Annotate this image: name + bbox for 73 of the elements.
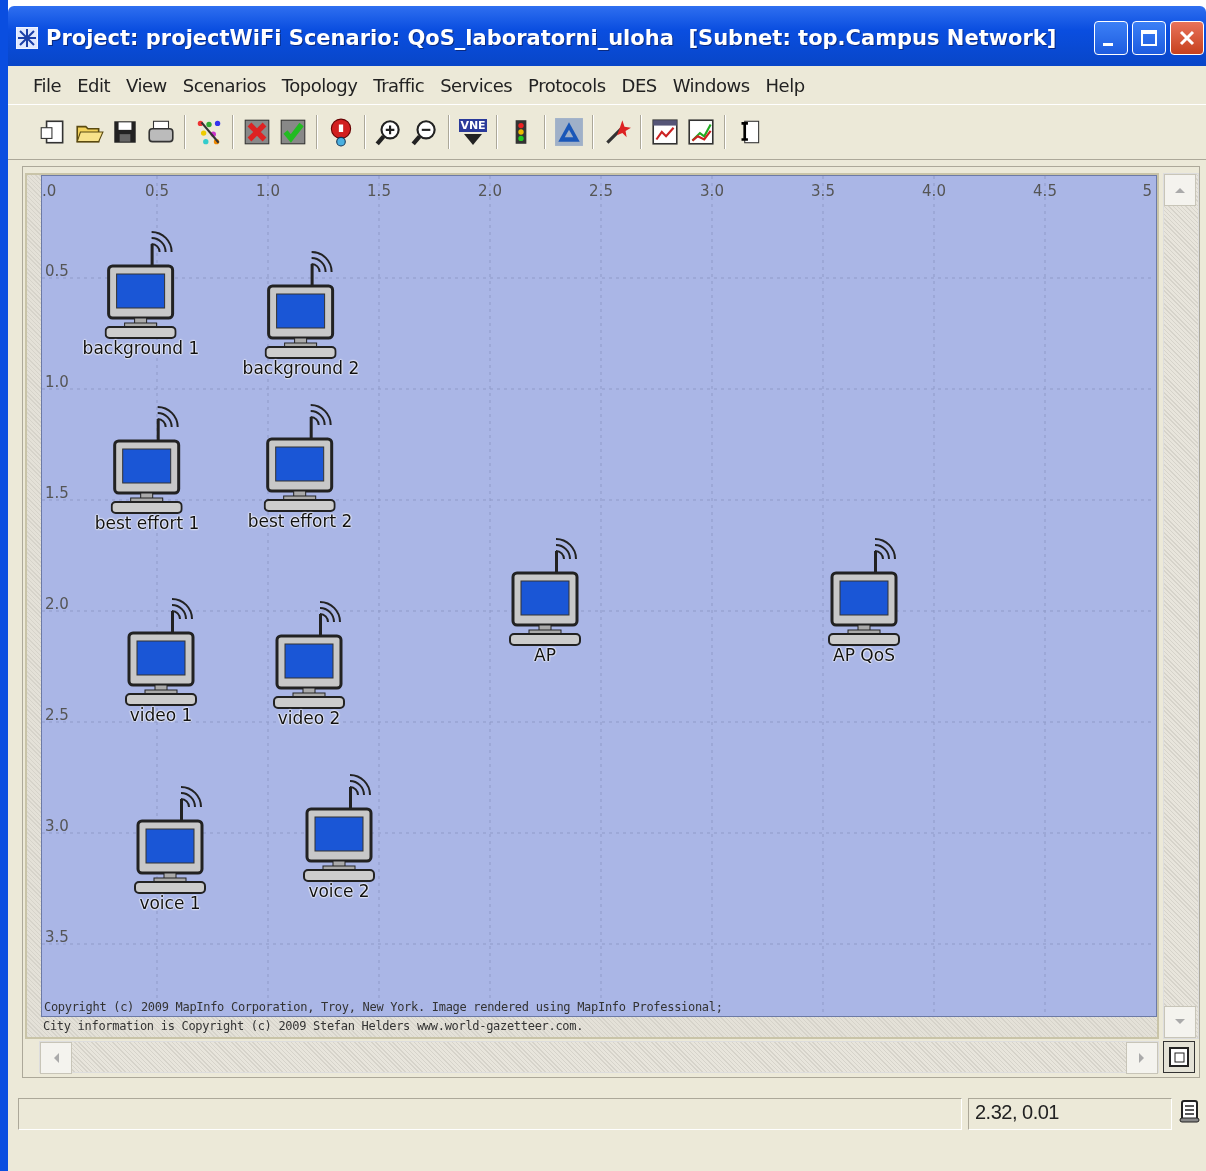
check-icon[interactable] xyxy=(278,117,308,147)
axis-label: 1.0 xyxy=(256,182,280,200)
wireless-computer-icon[interactable] xyxy=(828,535,900,647)
wireless-computer-icon[interactable] xyxy=(125,595,197,707)
node-label: best effort 1 xyxy=(94,513,200,533)
copyright-text: Copyright (c) 2009 MapInfo Corporation, Troy, New York. Image rendered using MapInfo Professional; xyxy=(44,1000,723,1014)
axis-label: 2.0 xyxy=(478,182,502,200)
node-label: video 1 xyxy=(129,705,193,725)
chart-window-icon[interactable] xyxy=(650,117,680,147)
menu-item[interactable]: Help xyxy=(758,72,812,98)
wireless-computer-icon[interactable] xyxy=(273,598,345,710)
vne-button[interactable]: VNE xyxy=(458,118,488,146)
minimize-button[interactable] xyxy=(1094,21,1128,55)
node-label: best effort 2 xyxy=(247,511,353,531)
menu-item[interactable]: Edit xyxy=(70,72,117,98)
node-label: background 2 xyxy=(242,358,360,378)
axis-label: 5 xyxy=(1142,182,1152,200)
axis-label: 1.0 xyxy=(45,373,69,391)
wireless-computer-icon[interactable] xyxy=(264,401,336,513)
menu-item[interactable]: DES xyxy=(614,72,664,98)
app-icon xyxy=(16,27,38,49)
wireless-computer-icon[interactable] xyxy=(134,783,206,895)
node-label: background 1 xyxy=(82,338,200,358)
axis-label: 4.5 xyxy=(1033,182,1057,200)
down-arrow-icon xyxy=(1174,1018,1186,1026)
axis-label: 3.5 xyxy=(811,182,835,200)
caret-icon xyxy=(462,131,484,146)
copyright-text: City information is Copyright (c) 2009 Stefan Helders www.world-gazetteer.com. xyxy=(42,1018,585,1035)
line-chart-icon[interactable] xyxy=(686,117,716,147)
axis-label: 3.0 xyxy=(45,817,69,835)
wireless-computer-icon[interactable] xyxy=(111,403,183,515)
window-title: Project: projectWiFi Scenario: QoS_laboratorni_uloha [Subnet: top.Campus Network] xyxy=(46,26,1058,50)
menu-item[interactable]: Services xyxy=(433,72,520,98)
coordinates-readout: 2.32, 0.01 xyxy=(968,1098,1172,1130)
window-icon xyxy=(1169,1047,1189,1067)
node-label: video 2 xyxy=(277,708,341,728)
maximize-icon xyxy=(1140,29,1158,47)
menu-item[interactable]: Traffic xyxy=(366,72,432,98)
log-scroll-icon[interactable] xyxy=(1178,1098,1202,1124)
axis-label: .0 xyxy=(42,182,57,200)
cross-icon[interactable] xyxy=(242,117,272,147)
menu-item[interactable]: View xyxy=(119,72,174,98)
axis-label: 2.5 xyxy=(589,182,613,200)
left-arrow-icon xyxy=(52,1052,60,1064)
axis-label: 1.5 xyxy=(367,182,391,200)
up-arrow-icon xyxy=(1174,186,1186,194)
wireless-computer-icon[interactable] xyxy=(265,248,337,360)
axis-label: 2.5 xyxy=(45,706,69,724)
node-label: voice 1 xyxy=(139,893,201,913)
menu-item[interactable]: Scenarios xyxy=(175,72,273,98)
wireless-computer-icon[interactable] xyxy=(509,535,581,647)
close-icon xyxy=(1178,29,1196,47)
close-button[interactable] xyxy=(1170,21,1204,55)
axis-label: 3.0 xyxy=(700,182,724,200)
axis-label: 2.0 xyxy=(45,595,69,613)
menu-item[interactable]: Topology xyxy=(274,72,365,98)
maximize-button[interactable] xyxy=(1132,21,1166,55)
navigator-button[interactable] xyxy=(1163,1041,1195,1073)
wireless-computer-icon[interactable] xyxy=(303,771,375,883)
right-arrow-icon xyxy=(1138,1052,1146,1064)
menu-item[interactable]: Protocols xyxy=(521,72,613,98)
wireless-computer-icon[interactable] xyxy=(105,228,177,340)
menu-item[interactable]: File xyxy=(26,72,69,98)
minimize-icon xyxy=(1103,42,1113,46)
node-label: voice 2 xyxy=(308,881,370,901)
axis-label: 0.5 xyxy=(145,182,169,200)
axis-label: 0.5 xyxy=(45,262,69,280)
node-label: AP xyxy=(534,645,556,665)
axis-label: 3.5 xyxy=(45,928,69,946)
menu-item[interactable]: Windows xyxy=(665,72,757,98)
axis-label: 1.5 xyxy=(45,484,69,502)
node-label: AP QoS xyxy=(833,645,895,665)
axis-label: 4.0 xyxy=(922,182,946,200)
